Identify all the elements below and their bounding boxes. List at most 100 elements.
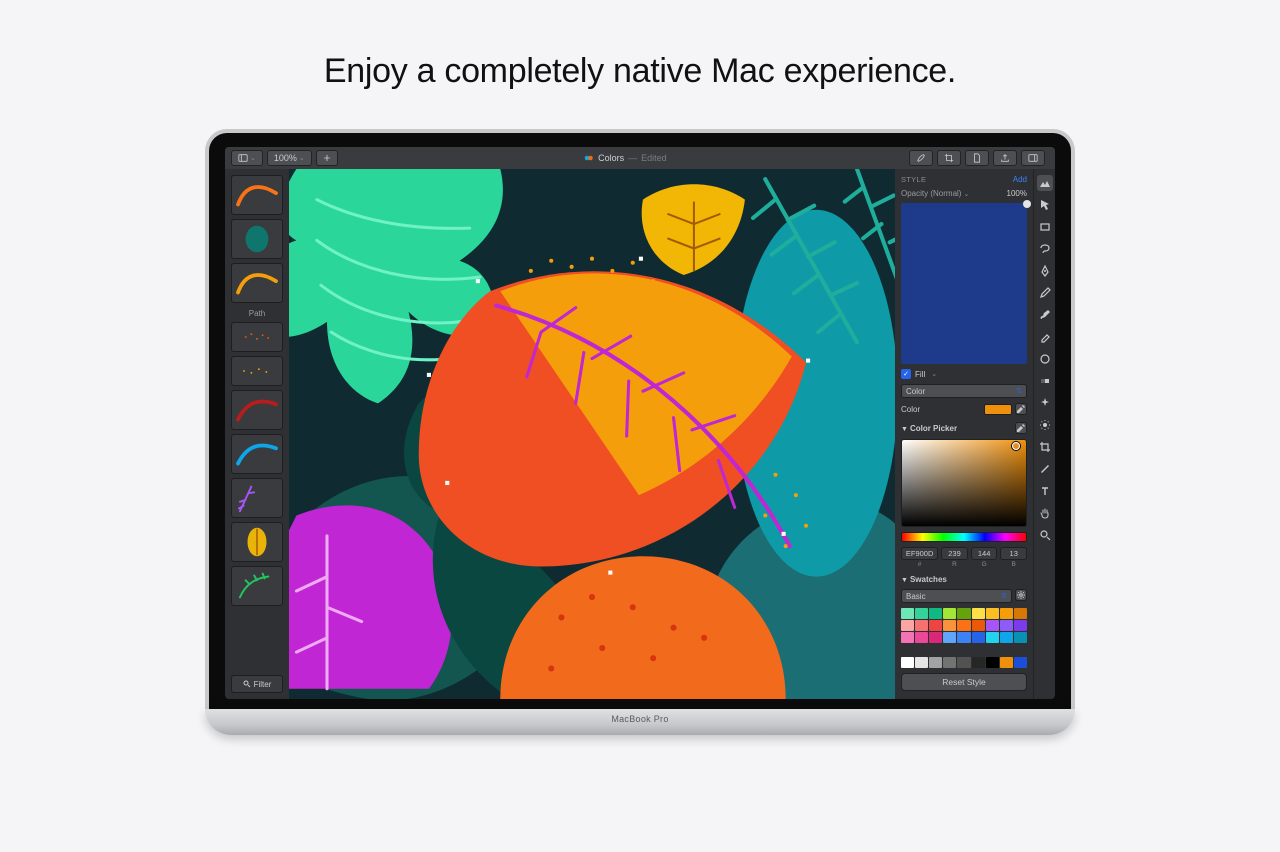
color-adjust-tool[interactable] xyxy=(1037,417,1053,433)
hue-slider[interactable] xyxy=(901,532,1027,542)
swatch[interactable] xyxy=(929,657,942,668)
layer-thumb[interactable] xyxy=(231,566,283,606)
swatch[interactable] xyxy=(957,632,970,643)
swatch[interactable] xyxy=(957,608,970,619)
picker-eyedropper-button[interactable] xyxy=(1015,422,1027,434)
app-toolbar: ⌄ 100%⌄ Colors — Edited xyxy=(225,147,1055,169)
swatch[interactable] xyxy=(1000,632,1013,643)
layer-thumb[interactable] xyxy=(231,390,283,430)
arrow-tool[interactable] xyxy=(1037,197,1053,213)
swatch[interactable] xyxy=(929,620,942,631)
magic-tool[interactable] xyxy=(1037,395,1053,411)
swatch[interactable] xyxy=(929,632,942,643)
swatch[interactable] xyxy=(1014,632,1027,643)
rectangle-tool[interactable] xyxy=(1037,219,1053,235)
layer-thumb[interactable] xyxy=(231,522,283,562)
zoom-level[interactable]: 100%⌄ xyxy=(267,150,312,166)
document-title: Colors — Edited xyxy=(584,153,667,163)
swatch[interactable] xyxy=(957,657,970,668)
swatch[interactable] xyxy=(957,620,970,631)
swatch[interactable] xyxy=(901,632,914,643)
swatch[interactable] xyxy=(915,657,928,668)
swatch[interactable] xyxy=(986,608,999,619)
add-button[interactable] xyxy=(316,150,338,166)
opacity-slider[interactable] xyxy=(901,203,1027,364)
swatch[interactable] xyxy=(901,620,914,631)
opacity-label[interactable]: Opacity (Normal)⌄ xyxy=(901,189,969,198)
view-mode-button[interactable]: ⌄ xyxy=(231,150,263,166)
add-style-button[interactable]: Add xyxy=(1013,175,1027,184)
draw-tool-button[interactable] xyxy=(909,150,933,166)
layer-thumb[interactable] xyxy=(231,322,283,352)
style-tab[interactable] xyxy=(1037,175,1053,191)
mountain-icon xyxy=(1039,177,1051,189)
pen-tool[interactable] xyxy=(1037,263,1053,279)
swatch[interactable] xyxy=(915,632,928,643)
checkbox-checked-icon: ✓ xyxy=(901,369,911,379)
tool-strip xyxy=(1033,169,1055,699)
laptop-base: MacBook Pro xyxy=(205,709,1075,735)
canvas[interactable] xyxy=(289,169,895,699)
swatch[interactable] xyxy=(1014,608,1027,619)
swatch[interactable] xyxy=(1014,620,1027,631)
crop-tool[interactable] xyxy=(1037,439,1053,455)
fill-type-select[interactable]: Color⇅ xyxy=(901,384,1027,398)
layer-thumb[interactable] xyxy=(231,175,283,215)
eraser-tool[interactable] xyxy=(1037,329,1053,345)
crop-icon xyxy=(1039,441,1051,453)
color-field[interactable] xyxy=(901,439,1027,527)
fill-toggle[interactable]: ✓ Fill⌄ xyxy=(901,369,1027,379)
swatch[interactable] xyxy=(915,608,928,619)
text-icon xyxy=(1039,485,1051,497)
freeform-tool[interactable] xyxy=(1037,241,1053,257)
swatch[interactable] xyxy=(943,657,956,668)
swatch[interactable] xyxy=(1014,657,1027,668)
r-input[interactable]: 239 xyxy=(941,547,968,560)
swatch[interactable] xyxy=(901,608,914,619)
swatch[interactable] xyxy=(943,632,956,643)
swatch[interactable] xyxy=(972,657,985,668)
reset-style-button[interactable]: Reset Style xyxy=(901,673,1027,691)
shape-tool[interactable] xyxy=(1037,351,1053,367)
layer-thumb[interactable] xyxy=(231,434,283,474)
slice-tool[interactable] xyxy=(1037,461,1053,477)
hex-input[interactable]: EF900D xyxy=(901,547,938,560)
swatch[interactable] xyxy=(972,632,985,643)
swatch[interactable] xyxy=(1000,657,1013,668)
layer-thumb[interactable] xyxy=(231,219,283,259)
fill-color-well[interactable] xyxy=(984,404,1012,415)
swatch[interactable] xyxy=(1000,620,1013,631)
layer-thumb[interactable] xyxy=(231,356,283,386)
layer-thumb[interactable] xyxy=(231,478,283,518)
swatch[interactable] xyxy=(972,608,985,619)
swatch[interactable] xyxy=(986,657,999,668)
opacity-value: 100% xyxy=(1007,189,1027,198)
swatch[interactable] xyxy=(943,620,956,631)
swatch[interactable] xyxy=(901,657,914,668)
swatch[interactable] xyxy=(915,620,928,631)
b-input[interactable]: 13 xyxy=(1000,547,1027,560)
brush-tool[interactable] xyxy=(1037,307,1053,323)
eyedropper-button[interactable] xyxy=(1015,403,1027,415)
swatch-settings-button[interactable] xyxy=(1015,589,1027,601)
eraser-icon xyxy=(1039,331,1051,343)
swatch[interactable] xyxy=(1000,608,1013,619)
hand-tool[interactable] xyxy=(1037,505,1053,521)
swatch[interactable] xyxy=(943,608,956,619)
layer-thumb[interactable] xyxy=(231,263,283,303)
inspector-toggle-button[interactable] xyxy=(1021,150,1045,166)
swatch[interactable] xyxy=(972,620,985,631)
document-settings-button[interactable] xyxy=(965,150,989,166)
crop-button[interactable] xyxy=(937,150,961,166)
gradient-tool[interactable] xyxy=(1037,373,1053,389)
text-tool[interactable] xyxy=(1037,483,1053,499)
filter-button[interactable]: Filter xyxy=(231,675,283,693)
zoom-tool[interactable] xyxy=(1037,527,1053,543)
swatch[interactable] xyxy=(986,632,999,643)
swatch[interactable] xyxy=(986,620,999,631)
share-button[interactable] xyxy=(993,150,1017,166)
swatch-set-select[interactable]: Basic⇅ xyxy=(901,589,1012,603)
swatch[interactable] xyxy=(929,608,942,619)
pencil-tool[interactable] xyxy=(1037,285,1053,301)
g-input[interactable]: 144 xyxy=(971,547,998,560)
